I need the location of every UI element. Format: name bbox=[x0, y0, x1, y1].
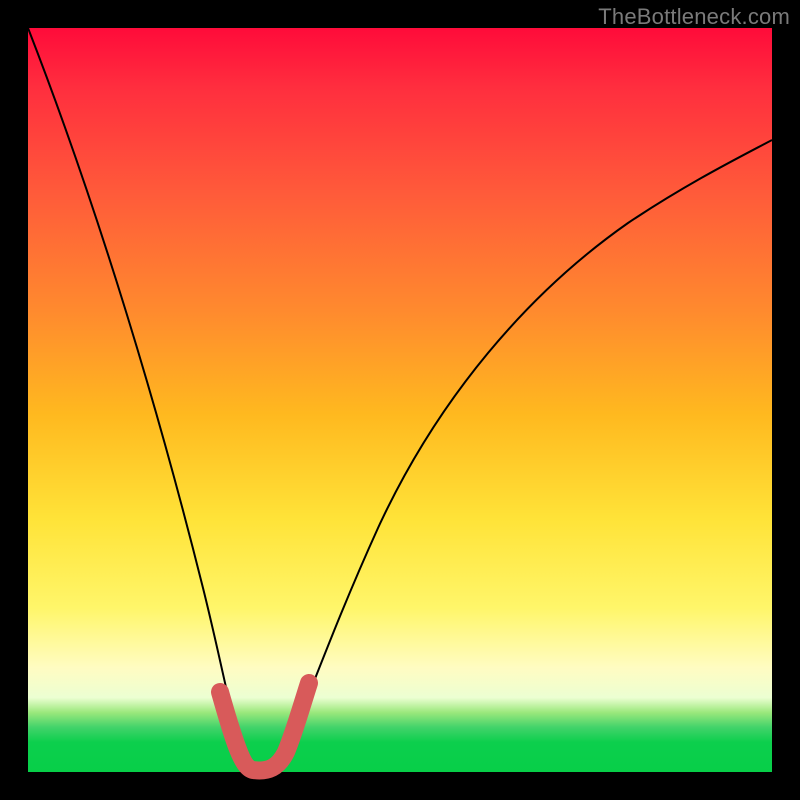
valley-marker bbox=[220, 683, 309, 770]
watermark-text: TheBottleneck.com bbox=[598, 4, 790, 30]
plot-area bbox=[28, 28, 772, 772]
chart-frame: TheBottleneck.com bbox=[0, 0, 800, 800]
chart-svg bbox=[28, 28, 772, 772]
bottleneck-curve-line bbox=[28, 28, 772, 770]
